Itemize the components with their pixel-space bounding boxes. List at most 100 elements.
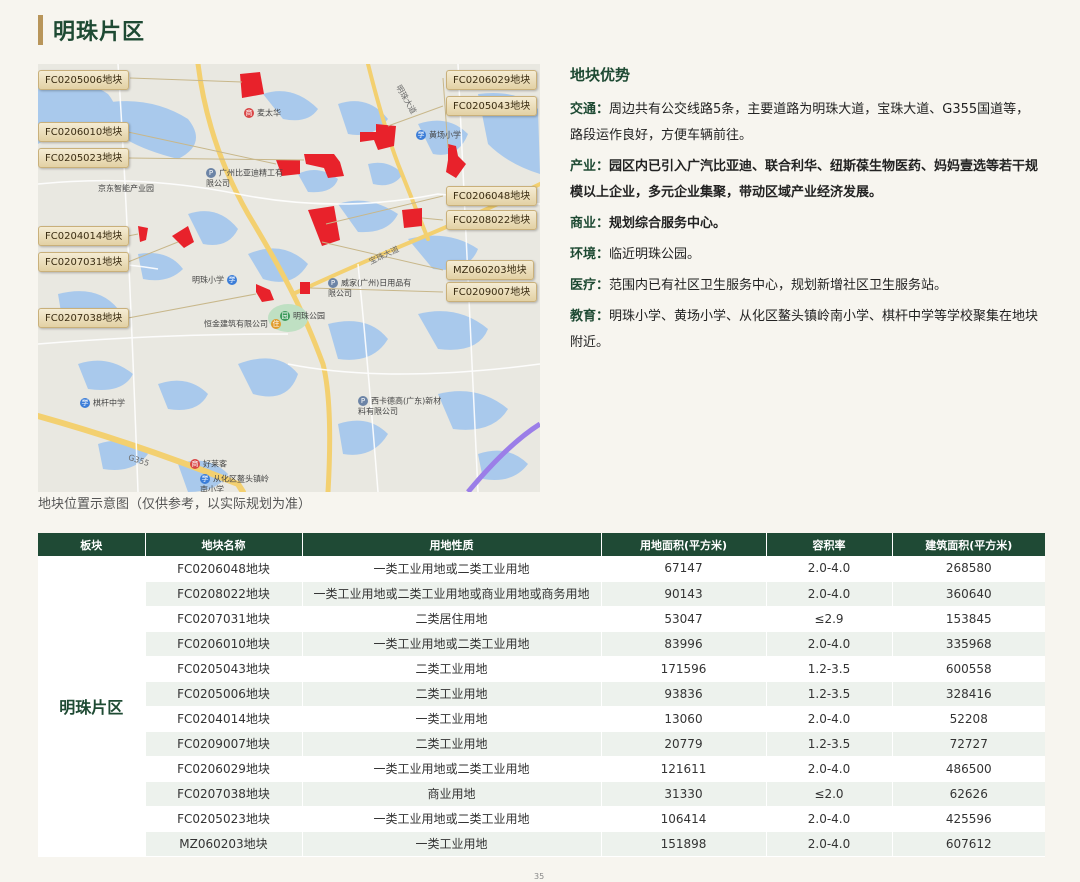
advantage-transport: 交通：周边共有公交线路5条，主要道路为明珠大道，宝珠大道、G355国道等，路段运… — [570, 97, 1040, 149]
poi-huangchang-school[interactable]: 学黄场小学 — [416, 130, 461, 141]
tag-FC0205006[interactable]: FC0205006地块 — [38, 70, 130, 90]
poi-qigan-school[interactable]: 学棋杆中学 — [80, 398, 125, 409]
cell-land-area: 20779 — [600, 731, 766, 757]
page-number: 35 — [534, 872, 545, 881]
table-row: FC0205023地块 一类工业用地或二类工业用地 106414 2.0-4.0 425… — [38, 806, 1045, 832]
tag-FC0205043[interactable]: FC0205043地块 — [446, 96, 538, 116]
poi-label: 西卡德高(广东)新材料有限公司 — [358, 396, 442, 416]
cell-land-use: 二类工业用地 — [301, 656, 601, 682]
cell-far: 1.2-3.5 — [765, 681, 892, 707]
tag-FC0207031[interactable]: FC0207031地块 — [38, 252, 130, 272]
poi-sika[interactable]: P 西卡德高(广东)新材料有限公司 — [358, 396, 448, 417]
cell-building-area: 425596 — [891, 806, 1045, 832]
cell-land-use: 一类工业用地或二类工业用地 — [301, 556, 601, 582]
map-caption: 地块位置示意图（仅供参考，以实际规划为准） — [38, 497, 312, 512]
advantage-label: 环境： — [570, 247, 610, 262]
cell-far: 2.0-4.0 — [765, 706, 892, 732]
col-header-far: 容积率 — [765, 533, 892, 556]
cell-far: 2.0-4.0 — [765, 556, 892, 582]
parcel-FC0205006 — [240, 72, 264, 98]
advantages-title: 地块优势 — [570, 66, 631, 84]
poi-jd-park[interactable]: 京东智能产业园 — [98, 184, 154, 194]
advantage-text: 园区内已引入广汽比亚迪、联合利华、纽斯葆生物医药、妈妈壹选等若干规模以上企业，多… — [570, 159, 1039, 200]
advantage-text: 规划综合服务中心。 — [609, 216, 727, 231]
tag-FC0208022[interactable]: FC0208022地块 — [446, 210, 538, 230]
poi-lingnan-school[interactable]: 学从化区鳌头镇岭南小学 — [200, 474, 270, 492]
parcel-FC0208022 — [402, 208, 422, 228]
poi-byd[interactable]: P 广州比亚迪精工有限公司 — [206, 168, 286, 189]
cell-parcel-name: FC0205043地块 — [144, 656, 302, 682]
poi-label: 明珠公园 — [293, 311, 325, 321]
poi-mingzhu-school[interactable]: 明珠小学学 — [192, 275, 240, 286]
tag-FC0207038[interactable]: FC0207038地块 — [38, 308, 130, 328]
poi-weijia[interactable]: P 威家(广州)日用品有限公司 — [328, 278, 418, 299]
location-map[interactable]: FC0205006地块 FC0206010地块 FC0205023地块 FC02… — [38, 64, 540, 492]
cell-far: 2.0-4.0 — [765, 831, 892, 857]
table-row: FC0209007地块 二类工业用地 20779 1.2-3.5 72727 — [38, 731, 1045, 757]
cell-far: ≤2.9 — [765, 606, 892, 632]
poi-mingzhu-park[interactable]: 园明珠公园 — [280, 311, 325, 322]
tag-MZ060203[interactable]: MZ060203地块 — [446, 260, 534, 280]
tag-FC0206029[interactable]: FC0206029地块 — [446, 70, 538, 90]
advantage-label: 产业： — [570, 159, 610, 174]
cell-parcel-name: FC0204014地块 — [144, 706, 302, 732]
parcel-table: 板块 地块名称 用地性质 用地面积(平方米) 容积率 建筑面积(平方米) 明珠片… — [38, 533, 1045, 857]
cell-building-area: 607612 — [891, 831, 1045, 857]
cell-land-use: 二类工业用地 — [301, 681, 601, 707]
cell-far: 2.0-4.0 — [765, 806, 892, 832]
cell-building-area: 268580 — [891, 556, 1045, 582]
col-header-land-area: 用地面积(平方米) — [600, 533, 766, 556]
poi-hengjin[interactable]: 恒金建筑有限公司住 — [204, 319, 284, 330]
cell-far: 2.0-4.0 — [765, 581, 892, 607]
advantage-label: 教育： — [570, 309, 610, 324]
parcel-FC0209007 — [300, 282, 310, 294]
shop-icon: 商 — [190, 459, 200, 469]
cell-far: 2.0-4.0 — [765, 631, 892, 657]
poi-label: 麦太华 — [257, 108, 281, 118]
cell-building-area: 335968 — [891, 631, 1045, 657]
table-row: FC0206010地块 一类工业用地或二类工业用地 83996 2.0-4.0 3359… — [38, 631, 1045, 657]
advantage-medical: 医疗：范围内已有社区卫生服务中心，规划新增社区卫生服务站。 — [570, 273, 1040, 299]
cell-land-area: 93836 — [600, 681, 766, 707]
cell-far: 2.0-4.0 — [765, 756, 892, 782]
cell-parcel-name: FC0205023地块 — [144, 806, 302, 832]
cell-land-area: 13060 — [600, 706, 766, 732]
advantage-text: 周边共有公交线路5条，主要道路为明珠大道，宝珠大道、G355国道等，路段运作良好… — [570, 102, 1030, 143]
table-row: FC0206029地块 一类工业用地或二类工业用地 121611 2.0-4.0 486… — [38, 756, 1045, 782]
advantage-text: 临近明珠公园。 — [609, 247, 701, 262]
table-header-row: 板块 地块名称 用地性质 用地面积(平方米) 容积率 建筑面积(平方米) — [38, 533, 1045, 556]
tag-FC0206010[interactable]: FC0206010地块 — [38, 122, 130, 142]
page-title-block: 明珠片区 — [38, 14, 145, 46]
cell-parcel-name: FC0207031地块 — [144, 606, 302, 632]
company-icon: P — [358, 396, 368, 406]
col-header-land-use: 用地性质 — [301, 533, 601, 556]
cell-parcel-name: FC0205006地块 — [144, 681, 302, 707]
cell-parcel-name: FC0206029地块 — [144, 756, 302, 782]
tag-FC0204014[interactable]: FC0204014地块 — [38, 226, 130, 246]
cell-building-area: 62626 — [891, 781, 1045, 807]
poi-holike[interactable]: 商好莱客 — [190, 459, 227, 470]
cell-parcel-name: FC0207038地块 — [144, 781, 302, 807]
cell-parcel-name: FC0206048地块 — [144, 556, 302, 582]
tag-FC0205023[interactable]: FC0205023地块 — [38, 148, 130, 168]
advantage-text: 明珠小学、黄场小学、从化区鳌头镇岭南小学、棋杆中学等学校聚集在地块附近。 — [570, 309, 1039, 350]
table-row: FC0204014地块 一类工业用地 13060 2.0-4.0 52208 — [38, 706, 1045, 732]
cell-land-area: 53047 — [600, 606, 766, 632]
tag-FC0206048[interactable]: FC0206048地块 — [446, 186, 538, 206]
cell-land-use: 一类工业用地或二类工业用地 — [301, 806, 601, 832]
advantage-education: 教育：明珠小学、黄场小学、从化区鳌头镇岭南小学、棋杆中学等学校聚集在地块附近。 — [570, 304, 1040, 356]
poi-maitaihua[interactable]: 商麦太华 — [244, 108, 281, 119]
poi-label: 威家(广州)日用品有限公司 — [328, 278, 412, 298]
cell-land-area: 106414 — [600, 806, 766, 832]
poi-label: 明珠小学 — [192, 275, 224, 285]
tag-FC0209007[interactable]: FC0209007地块 — [446, 282, 538, 302]
poi-label: 广州比亚迪精工有限公司 — [206, 168, 283, 188]
parcel-FC0206048 — [308, 206, 340, 246]
advantage-label: 商业： — [570, 216, 610, 231]
cell-land-use: 商业用地 — [301, 781, 601, 807]
cell-land-use: 一类工业用地或二类工业用地或商业用地或商务用地 — [301, 581, 601, 607]
advantage-industry: 产业：园区内已引入广汽比亚迪、联合利华、纽斯葆生物医药、妈妈壹选等若干规模以上企… — [570, 154, 1040, 206]
cell-building-area: 328416 — [891, 681, 1045, 707]
cell-land-area: 171596 — [600, 656, 766, 682]
school-icon: 学 — [80, 398, 90, 408]
